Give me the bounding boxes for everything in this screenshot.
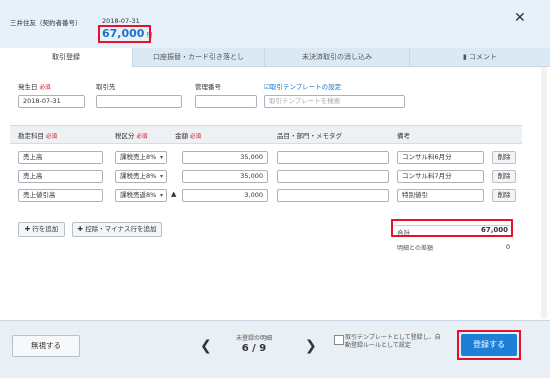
account-input[interactable]: 売上高 [18, 151, 103, 164]
amount-input[interactable]: 3,000 [182, 189, 268, 202]
col-item: 品目・部門・メモタグ [277, 132, 342, 140]
dialog-header [0, 0, 550, 48]
unregistered-label: 未登録の明細 [235, 335, 272, 342]
plus-icon: ✚ [24, 225, 31, 233]
amount-highlight [98, 25, 151, 43]
add-row-button[interactable]: ✚ 行を追加 [18, 222, 65, 237]
payee-name: 三井住友（契約者番号） [10, 19, 82, 27]
item-tag-input[interactable] [277, 170, 389, 183]
account-input[interactable]: 売上高 [18, 170, 103, 183]
minus-sign-marker: ▲ [171, 190, 177, 198]
mgmt-number-input[interactable] [195, 95, 257, 108]
plus-icon: ✚ [77, 225, 83, 233]
col-amount: 金額 必須 [175, 132, 202, 140]
note-input[interactable]: コンサル料7月分 [397, 170, 484, 183]
col-tax: 税区分 必須 [115, 132, 148, 140]
prev-arrow-icon[interactable]: ❮ [200, 338, 212, 354]
date-input[interactable]: 2018-07-31 [18, 95, 85, 108]
comment-icon: ▮ [462, 53, 467, 61]
date-label: 発生日 必須 [18, 83, 51, 91]
pager: 6 / 9 [241, 343, 267, 354]
template-checkbox-label: 取引テンプレートとして登録し、自動登録ルールとして設定 [345, 334, 441, 349]
tab-reconcile[interactable]: 未決済取引の消し込み [265, 48, 410, 66]
amount-input[interactable]: 35,000 [182, 151, 268, 164]
add-adjust-row-button[interactable]: ✚ 控除・マイナス行を追加 [72, 222, 162, 237]
diff-label: 明細との差額 [397, 245, 433, 252]
col-note: 備考 [397, 132, 410, 140]
delete-row-button[interactable]: 削除 [492, 170, 516, 183]
partner-label: 取引先 [96, 83, 116, 91]
tab-transaction[interactable]: 取引登録 [0, 48, 133, 67]
amount-input[interactable]: 35,000 [182, 170, 268, 183]
item-tag-input[interactable] [277, 151, 389, 164]
template-link[interactable]: ☑取引テンプレートの設定 [264, 81, 341, 91]
diff-value: 0 [505, 243, 510, 251]
register-highlight [457, 330, 521, 360]
table-header [10, 125, 522, 144]
partner-input[interactable] [96, 95, 182, 108]
tab-transfer[interactable]: 口座振替・カード引き落とし [133, 48, 265, 66]
item-tag-input[interactable] [277, 189, 389, 202]
tax-select[interactable]: 課税売返8% [115, 189, 167, 202]
template-search-input[interactable]: 取引テンプレートを検索 [264, 95, 405, 108]
template-checkbox[interactable] [334, 335, 344, 345]
next-arrow-icon[interactable]: ❯ [305, 338, 317, 354]
note-input[interactable]: コンサル料6月分 [397, 151, 484, 164]
scrollbar[interactable] [541, 67, 547, 319]
header-date: 2018-07-31 [102, 17, 140, 25]
delete-row-button[interactable]: 削除 [492, 189, 516, 202]
tax-select[interactable]: 課税売上8% [115, 170, 167, 183]
mgmt-number-label: 管理番号 [195, 83, 221, 91]
close-icon[interactable]: ✕ [514, 10, 526, 26]
ignore-button[interactable]: 無視する [12, 335, 80, 357]
delete-row-button[interactable]: 削除 [492, 151, 516, 164]
account-input[interactable]: 売上値引高 [18, 189, 103, 202]
note-input[interactable]: 特別値引 [397, 189, 484, 202]
total-highlight [391, 219, 513, 237]
tab-comment[interactable]: ▮ コメント [410, 48, 550, 66]
col-account: 勘定科目 必須 [18, 132, 58, 140]
tax-select[interactable]: 課税売上8% [115, 151, 167, 164]
